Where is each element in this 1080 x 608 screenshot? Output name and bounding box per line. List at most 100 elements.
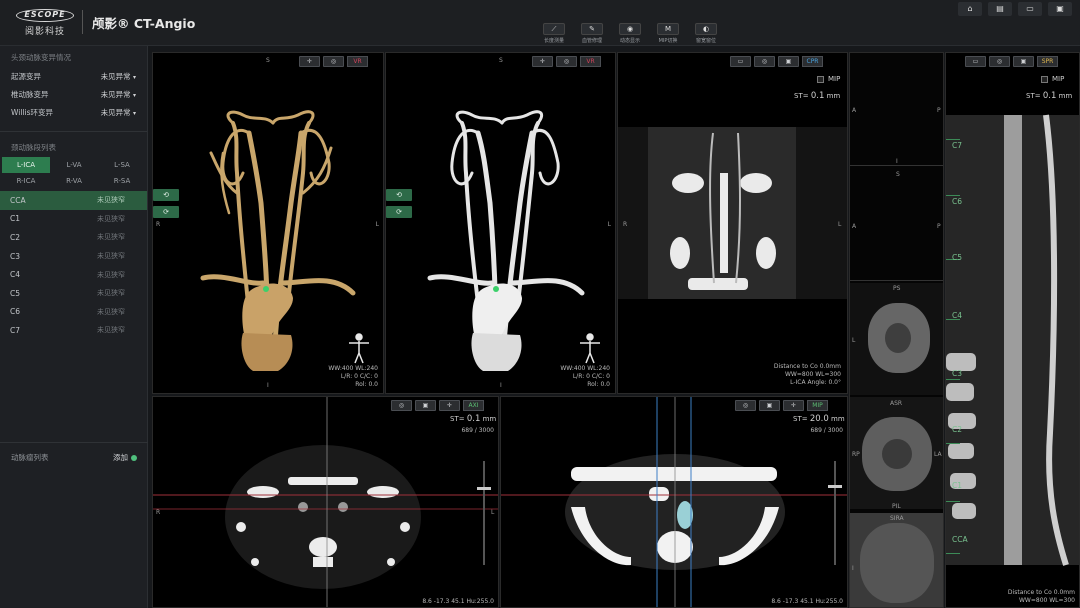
aneurysm-list-header: 动脉瘤列表 添加 xyxy=(0,449,148,465)
variation-row[interactable]: 椎动脉变异 未见异常 ▾ xyxy=(0,85,147,103)
variation-dropdown[interactable]: 未见异常 ▾ xyxy=(101,71,136,82)
spr-viewport[interactable]: ▭ ◎ ▣ SPR MIP ST= 0.1 mm C7 C6 C5 C4 C3 … xyxy=(945,52,1080,608)
variation-row[interactable]: Willis环变异 未见异常 ▾ xyxy=(0,103,147,121)
view-rotate-button[interactable]: ⟲ xyxy=(386,189,412,201)
vessel-edit-icon: ✎ xyxy=(581,23,603,35)
ruler-icon: ⟋ xyxy=(543,23,565,35)
tool-label: 长度测量 xyxy=(543,38,564,44)
view-reset-button[interactable]: ⟳ xyxy=(153,206,179,218)
orientation-label: PS xyxy=(893,285,901,292)
segment-status: 未见狭窄 xyxy=(97,252,125,261)
spr-segment-label: C7 xyxy=(952,141,963,150)
orientation-left: R xyxy=(156,509,161,516)
slice-slider-handle[interactable] xyxy=(477,487,491,490)
dropdown-caret-icon: ▾ xyxy=(132,109,136,117)
tab-r-va[interactable]: R-VA xyxy=(50,173,98,189)
segment-row-c1[interactable]: C1 未见狭窄 xyxy=(0,210,147,229)
segment-status: 未见狭窄 xyxy=(97,289,125,298)
divider xyxy=(0,131,147,132)
info-line: Rol: 0.0 xyxy=(355,381,378,388)
tab-l-sa[interactable]: L-SA xyxy=(98,157,146,173)
segment-name: C4 xyxy=(10,270,21,280)
tab-r-sa[interactable]: R-SA xyxy=(98,173,146,189)
tab-r-ica[interactable]: R-ICA xyxy=(2,173,50,189)
tab-l-va[interactable]: L-VA xyxy=(50,157,98,173)
variation-label: 椎动脉变异 xyxy=(11,89,49,99)
orientation-right: L xyxy=(491,509,495,516)
tool-label: 动态显示 xyxy=(619,38,640,44)
segment-row-c7[interactable]: C7 未见狭窄 xyxy=(0,321,147,340)
axial-viewport[interactable]: ◎ ▣ ✛ AXI ST= 0.1 mm 689 / 3000 R L 8.6 … xyxy=(152,396,499,608)
orientation-label: A xyxy=(852,223,857,230)
tool-button-2[interactable]: ◉ 动态显示 xyxy=(614,23,646,45)
info-line: WW=800 WL=300 xyxy=(784,371,841,378)
segment-status: 未见狭窄 xyxy=(97,270,125,279)
window-buttons: ⌂ ▤ ▭ ▣ xyxy=(958,2,1072,16)
orientation-label: I xyxy=(852,565,854,572)
app-title: 颅影® CT-Angio xyxy=(92,16,196,31)
home-icon[interactable]: ⌂ xyxy=(958,2,982,16)
tool-label: 窗宽窗位 xyxy=(695,38,716,44)
divider xyxy=(0,442,148,443)
cpr-image xyxy=(618,127,847,299)
variation-row[interactable]: 起源变异 未见异常 ▾ xyxy=(0,67,147,85)
info-line: Distance to Co 0.0mm xyxy=(773,363,841,370)
slice-slider-track[interactable] xyxy=(834,461,836,565)
segment-row-c4[interactable]: C4 未见狭窄 xyxy=(0,265,147,284)
window-level-info: WW:400 WL:240 L/R: 0 C/C: 0 Rol: 0.0 xyxy=(328,365,378,389)
cpr-viewport[interactable]: ▭ ◎ ▣ CPR MIP ST= 0.1 mm R L Distance to… xyxy=(617,52,848,394)
segment-row-c3[interactable]: C3 未见狭窄 xyxy=(0,247,147,266)
spr-segment-label: CCA xyxy=(952,535,968,544)
add-icon xyxy=(131,454,137,461)
vessel-3d-render xyxy=(200,110,369,371)
spr-segment-label: C3 xyxy=(952,369,963,378)
tool-button-0[interactable]: ⟋ 长度测量 xyxy=(538,23,570,45)
tab-l-ica[interactable]: L-ICA xyxy=(2,157,50,173)
view-reset-button[interactable]: ⟳ xyxy=(386,206,412,218)
spr-info: Distance to Co 0.0mm WW=800 WL=300 xyxy=(1008,589,1075,605)
orientation-label: L xyxy=(852,337,856,344)
report-icon[interactable]: ▤ xyxy=(988,2,1012,16)
spr-image xyxy=(946,114,1079,566)
folder-icon[interactable]: ▭ xyxy=(1018,2,1042,16)
tool-label: MIP切换 xyxy=(658,38,678,44)
segment-row-cca[interactable]: CCA 未见狭窄 xyxy=(0,191,147,210)
spr-segment-label: C2 xyxy=(952,425,963,434)
variation-dropdown[interactable]: 未见异常 ▾ xyxy=(101,107,136,118)
cursor-coordinates: 8.6 -17.3 45.1 Hu:255.0 xyxy=(771,598,843,605)
aneurysm-list-label: 动脉瘤列表 xyxy=(11,452,49,462)
slice-slider-track[interactable] xyxy=(483,461,485,565)
segment-row-c6[interactable]: C6 未见狭窄 xyxy=(0,303,147,322)
orientation-label: RP xyxy=(852,451,860,458)
dropdown-caret-icon: ▾ xyxy=(132,73,136,81)
tool-button-4[interactable]: ◐ 窗宽窗位 xyxy=(690,23,722,45)
view-rotate-button[interactable]: ⟲ xyxy=(153,189,179,201)
vr-viewport-mip[interactable]: ✛ ◎ VR S L I WW:400 WL:240 L/R: 0 C/C: 0… xyxy=(385,52,616,394)
cross-section-column[interactable]: A P I S A P L PS ASR RP LA PIL SIRA I xyxy=(849,52,944,608)
segment-status: 未见狭窄 xyxy=(97,307,125,316)
tool-button-1[interactable]: ✎ 血管修理 xyxy=(576,23,608,45)
toolbar: ⟋ 长度测量 ✎ 血管修理 ◉ 动态显示 M MIP切换 ◐ 窗宽窗位 xyxy=(538,23,722,45)
left-panel: 头颈动脉变异情况 起源变异 未见异常 ▾ 椎动脉变异 未见异常 ▾ Willis环变异未… xyxy=(0,46,148,608)
mpr-viewport[interactable]: ◎ ▣ ✛ MIP ST= 20.0 mm 689 / 3000 8.6 -17… xyxy=(500,396,848,608)
slice-slider-handle[interactable] xyxy=(828,485,842,488)
orientation-label: ASR xyxy=(890,400,903,407)
info-line: L/R: 0 C/C: 0 xyxy=(572,373,610,380)
add-aneurysm-button[interactable]: 添加 xyxy=(113,452,137,463)
segment-row-c2[interactable]: C2 未见狭窄 xyxy=(0,228,147,247)
tool-button-3[interactable]: M MIP切换 xyxy=(652,23,684,45)
cpr-info: Distance to Co 0.0mm WW=800 WL=300 L-ICA… xyxy=(774,363,841,387)
vr-viewport-color[interactable]: ✛ ◎ VR S L R I WW:400 WL:240 L/R: 0 C/C:… xyxy=(152,52,384,394)
logo-text-en: ESCOPE xyxy=(16,9,74,22)
variation-value: 未见异常 xyxy=(100,107,131,117)
logo-separator xyxy=(82,10,83,34)
info-line: WW=800 WL=300 xyxy=(1018,597,1075,604)
variation-value: 未见异常 xyxy=(100,89,131,99)
save-icon[interactable]: ▣ xyxy=(1048,2,1072,16)
segment-row-c5[interactable]: C5 未见狭窄 xyxy=(0,284,147,303)
variation-dropdown[interactable]: 未见异常 ▾ xyxy=(101,89,136,100)
orientation-label: P xyxy=(937,223,941,230)
add-label: 添加 xyxy=(113,452,128,462)
orientation-label: A xyxy=(852,107,857,114)
orientation-label: I xyxy=(896,158,898,165)
